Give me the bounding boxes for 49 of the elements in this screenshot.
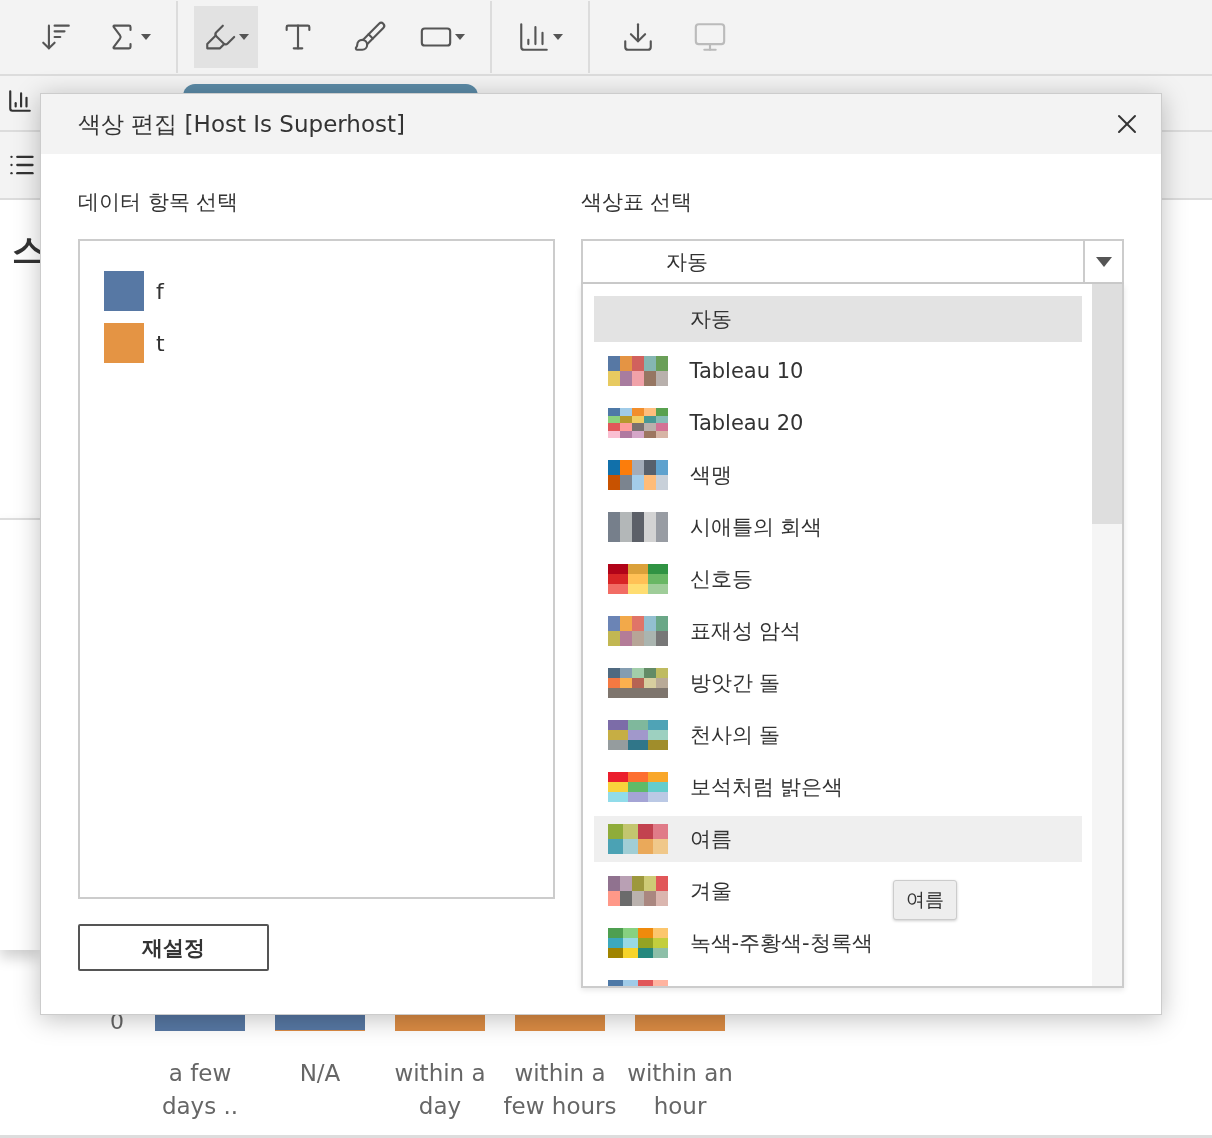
download-icon <box>621 20 655 54</box>
palette-option[interactable]: 천사의 돌 <box>689 721 781 749</box>
dropdown-arrow-icon <box>1095 256 1112 267</box>
palette-swatch-icon <box>607 616 668 646</box>
palette-swatch-icon <box>607 512 668 542</box>
tooltip: 여름 <box>893 880 957 920</box>
scrollbar-thumb[interactable] <box>1092 284 1122 524</box>
category-label: a few days .. <box>161 1059 239 1121</box>
palette-option[interactable]: Tableau 10 <box>689 359 804 383</box>
caret-icon <box>239 34 249 40</box>
caret-icon <box>141 34 151 40</box>
palette-swatch-icon <box>607 564 668 594</box>
color-swatch[interactable] <box>104 271 144 311</box>
palette-option[interactable]: 보석처럼 밝은색 <box>689 773 844 801</box>
palette-option[interactable]: 자동 <box>593 296 1082 342</box>
palette-swatch-icon <box>607 408 668 438</box>
palette-option[interactable]: 방앗간 돌 <box>689 669 781 697</box>
color-swatch[interactable] <box>104 323 144 363</box>
palette-swatch-icon <box>607 356 668 386</box>
palette-option[interactable]: 시애틀의 회색 <box>689 513 823 541</box>
category-label: within a few hours <box>503 1059 617 1121</box>
data-item-label[interactable]: f <box>156 278 164 304</box>
palette-option[interactable]: 겨울 <box>689 877 732 905</box>
palette-swatch-icon <box>607 720 668 750</box>
palette-swatch-icon <box>607 772 668 802</box>
category-label: N/A <box>299 1059 341 1088</box>
palette-option[interactable]: 신호등 <box>689 565 753 593</box>
chart-icon <box>517 20 551 54</box>
palette-swatch-icon <box>607 668 668 698</box>
palette-swatch-icon <box>607 876 668 906</box>
reset-button[interactable]: 재설정 <box>78 924 269 971</box>
section-label: 색상표 선택 <box>580 189 694 216</box>
palette-option[interactable]: 표재성 암석 <box>689 617 802 645</box>
category-label: within an hour <box>627 1059 733 1121</box>
palette-swatch-icon <box>607 824 668 854</box>
caret-icon <box>455 34 465 40</box>
palette-swatch-icon <box>607 928 668 958</box>
caret-icon <box>553 34 563 40</box>
section-label: 데이터 항목 선택 <box>78 189 240 216</box>
palette-option[interactable]: 녹색-주황색-청록색 <box>689 929 873 957</box>
palette-option[interactable]: 색맹 <box>689 461 732 489</box>
data-item-label[interactable]: t <box>156 330 165 356</box>
palette-dropdown[interactable]: 자동 <box>580 239 1124 284</box>
category-label: within a day <box>394 1059 486 1121</box>
highlight-button[interactable] <box>194 6 258 68</box>
palette-swatch-icon <box>607 460 668 490</box>
palette-option[interactable]: 여름 <box>593 816 1082 862</box>
dialog-title: 색상 편집 [Host Is Superhost] <box>78 109 405 139</box>
palette-option[interactable]: Tableau 20 <box>689 411 804 435</box>
